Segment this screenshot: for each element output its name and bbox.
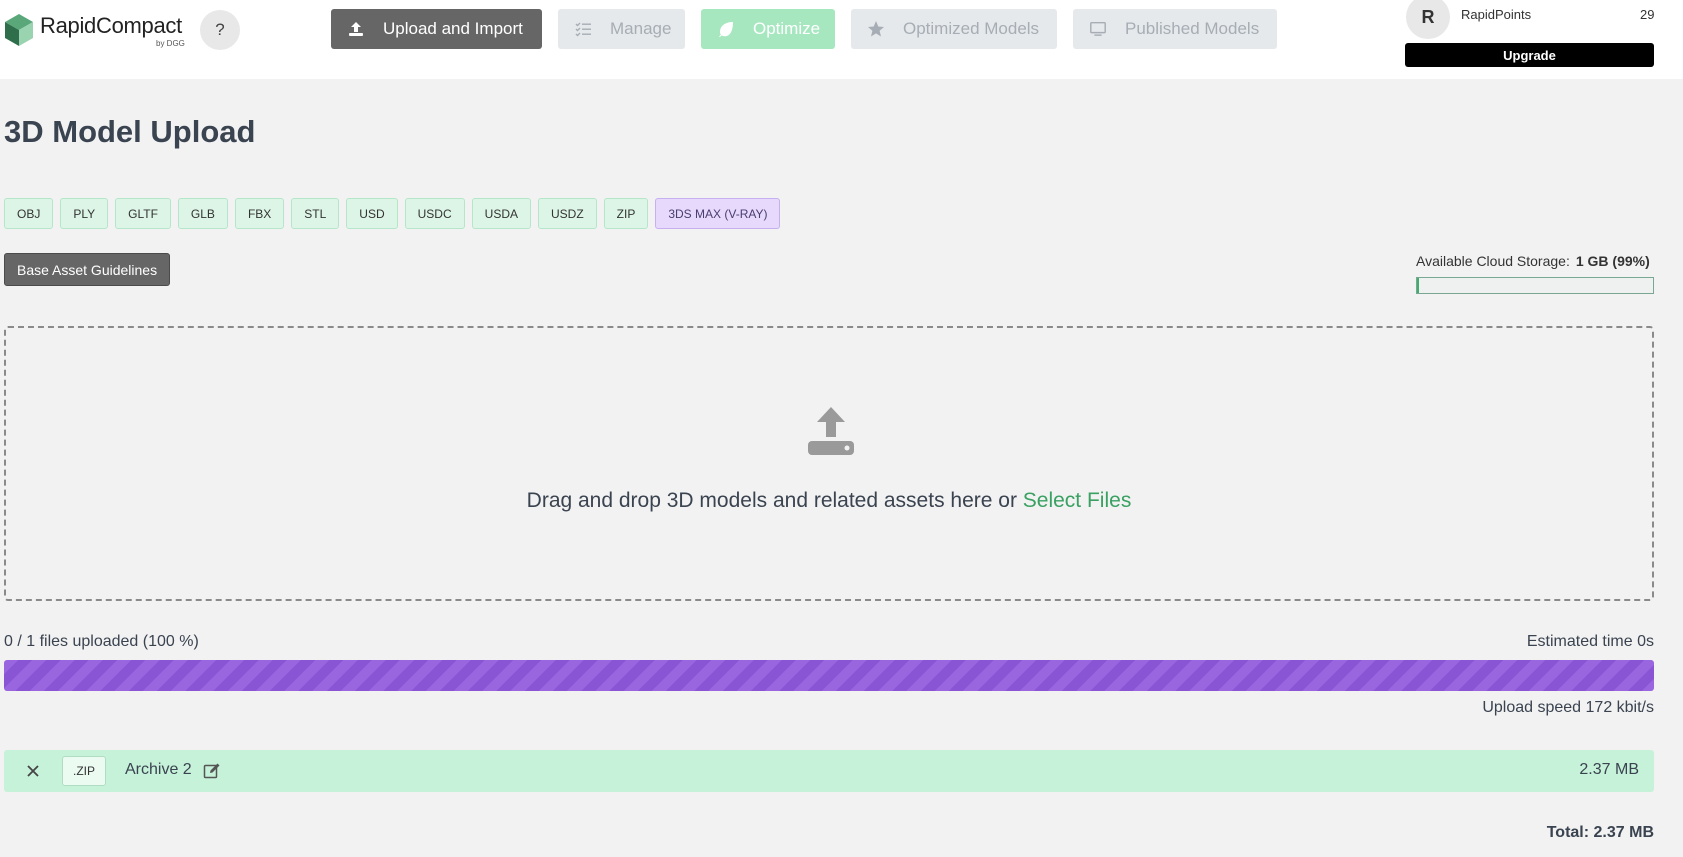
edit-icon[interactable] <box>203 762 221 780</box>
star-icon <box>867 20 885 38</box>
logo-cube-icon <box>5 14 33 46</box>
help-button[interactable]: ? <box>200 10 240 50</box>
checklist-icon <box>574 20 592 38</box>
estimated-time: Estimated time 0s <box>1526 633 1654 650</box>
file-extension-badge: .ZIP <box>62 756 107 786</box>
dropzone-instruction: Drag and drop 3D models and related asse… <box>526 489 1017 512</box>
base-asset-guidelines-button[interactable]: Base Asset Guidelines <box>4 253 171 286</box>
cloud-storage-fill <box>1417 278 1420 293</box>
format-tag-usd: USD <box>346 198 398 229</box>
leaf-icon <box>717 20 735 38</box>
nav-optimize[interactable]: Optimize <box>701 9 835 49</box>
dropzone-text: Drag and drop 3D models and related asse… <box>6 489 1652 513</box>
nav-upload-and-import[interactable]: Upload and Import <box>331 9 542 49</box>
file-size: 2.37 MB <box>1579 761 1639 778</box>
format-tag-usdz: USDZ <box>538 198 597 229</box>
logo-text: RapidCompact <box>40 13 182 38</box>
format-tags: OBJ PLY GLTF GLB FBX STL USD USDC USDA U… <box>4 198 781 229</box>
nav-optimized-label: Optimized Models <box>903 19 1040 38</box>
file-dropzone[interactable]: Drag and drop 3D models and related asse… <box>4 326 1654 601</box>
upgrade-button[interactable]: Upgrade <box>1405 43 1654 67</box>
rapidpoints-label: RapidPoints <box>1461 7 1532 22</box>
nav-manage-label: Manage <box>610 19 672 38</box>
rapidpoints-value: 29 <box>1640 7 1655 22</box>
cloud-storage-value: 1 GB (99%) <box>1575 253 1650 269</box>
file-row: .ZIP Archive 2 2.37 MB <box>4 750 1654 792</box>
select-files-link[interactable]: Select Files <box>1023 489 1132 512</box>
nav-optimize-label: Optimize <box>753 19 821 38</box>
format-tag-ply: PLY <box>60 198 109 229</box>
format-tag-3ds-max: 3DS MAX (V-RAY) <box>655 198 781 229</box>
logo-subtext: by DGG <box>156 39 185 48</box>
page-title: 3D Model Upload <box>4 114 256 149</box>
upload-speed: Upload speed 172 kbit/s <box>1482 699 1654 716</box>
cloud-storage-bar <box>1416 277 1654 294</box>
upload-icon <box>347 20 365 38</box>
cloud-storage-label: Available Cloud Storage: 1 GB (99%) <box>1416 253 1650 269</box>
format-tag-usdc: USDC <box>404 198 465 229</box>
file-name: Archive 2 <box>125 761 192 778</box>
nav-upload-label: Upload and Import <box>383 19 523 38</box>
rapidcompact-logo[interactable] <box>4 10 34 50</box>
upload-tray-icon <box>808 407 854 455</box>
format-tag-glb: GLB <box>177 198 228 229</box>
upload-progress-fill <box>4 660 1654 691</box>
remove-file-button[interactable] <box>22 760 44 782</box>
user-avatar[interactable]: R <box>1406 0 1450 39</box>
upload-progress-bar <box>4 660 1654 691</box>
upload-count: 0 / 1 files uploaded (100 %) <box>4 633 199 650</box>
format-tag-stl: STL <box>291 198 340 229</box>
format-tag-usda: USDA <box>471 198 531 229</box>
format-tag-fbx: FBX <box>234 198 285 229</box>
top-header: RapidCompact by DGG ? Upload and Import … <box>0 0 1683 79</box>
total-size: Total: 2.37 MB <box>1546 824 1654 841</box>
close-icon <box>27 765 39 777</box>
format-tag-zip: ZIP <box>603 198 649 229</box>
nav-published-label: Published Models <box>1125 19 1260 38</box>
monitor-icon <box>1089 20 1107 38</box>
nav-published-models[interactable]: Published Models <box>1073 9 1277 49</box>
nav-manage[interactable]: Manage <box>558 9 685 49</box>
nav-optimized-models[interactable]: Optimized Models <box>851 9 1057 49</box>
format-tag-obj: OBJ <box>4 198 54 229</box>
format-tag-gltf: GLTF <box>115 198 171 229</box>
cloud-storage-text: Available Cloud Storage: <box>1416 253 1570 269</box>
